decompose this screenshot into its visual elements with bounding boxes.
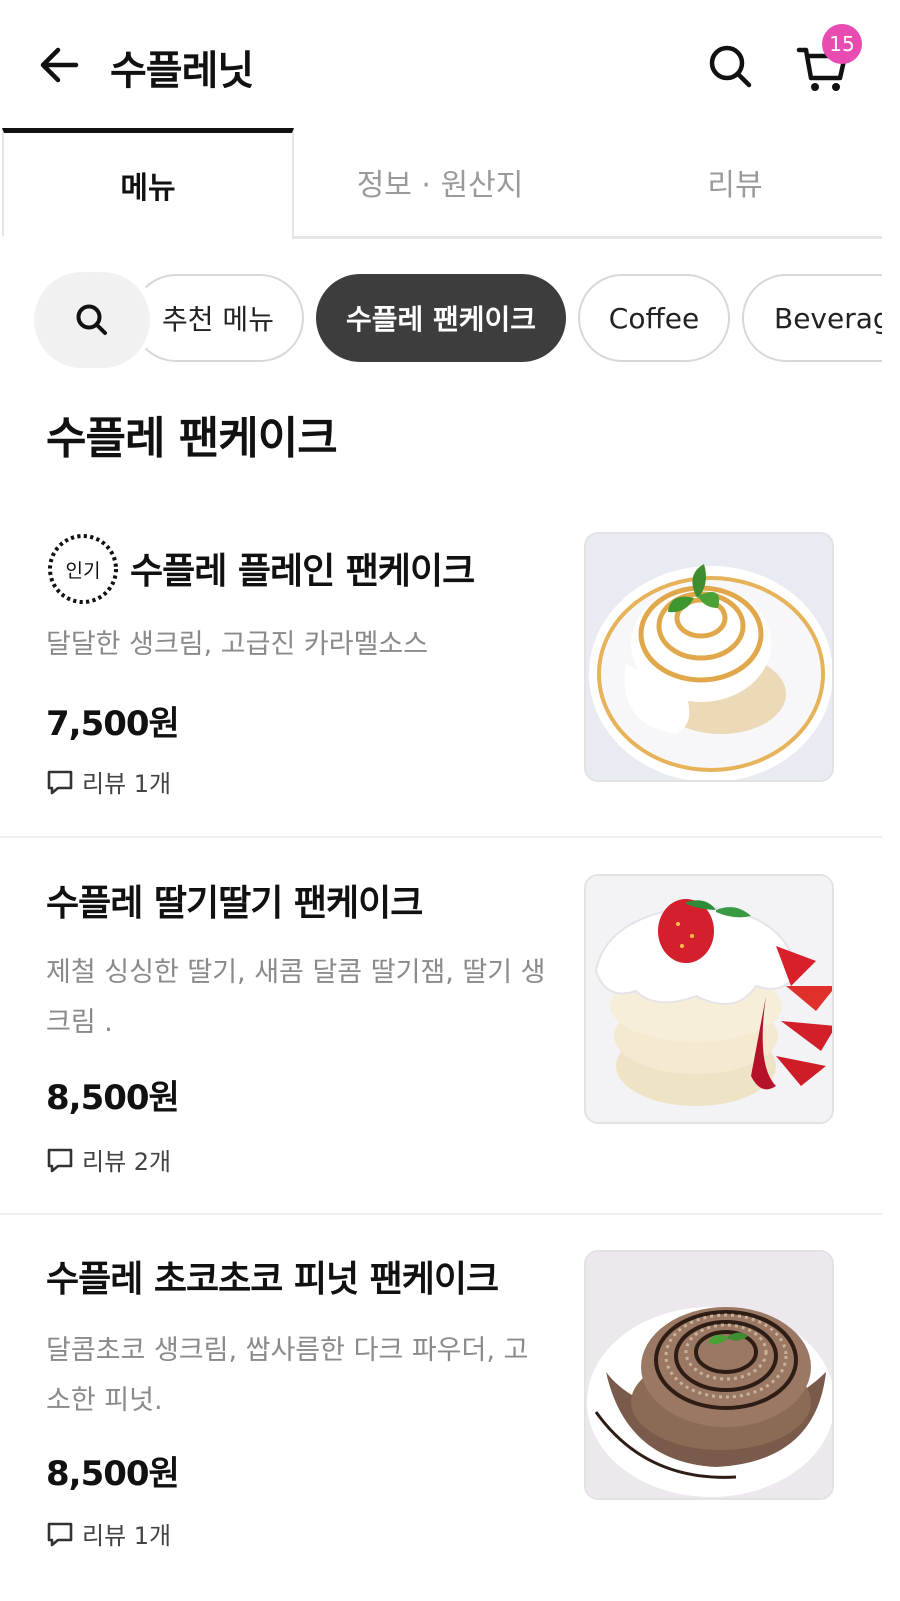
popular-badge-label: 인기: [65, 559, 101, 582]
menu-item[interactable]: 인기 수플레 플레인 팬케이크 달달한 생크림, 고급진 카라멜소스 7,500…: [0, 520, 882, 836]
search-button[interactable]: [706, 42, 754, 90]
item-description: 달달한 생크림, 고급진 카라멜소스: [46, 629, 429, 660]
search-icon: [709, 45, 752, 88]
item-name: 수플레 초코초코 피넛 팬케이크: [46, 1259, 499, 1300]
item-divider: [0, 836, 882, 838]
tab-info-origin[interactable]: 정보 · 원산지: [292, 128, 588, 236]
item-description: 제철 싱싱한 딸기, 새콤 달콤 딸기잼, 딸기 생크림 .: [46, 957, 546, 1038]
chip-beverage[interactable]: Beverage: [742, 274, 882, 362]
category-chips: 추천 메뉴 수플레 팬케이크 Coffee Beverage: [0, 272, 882, 368]
cart-count-badge: 15: [822, 24, 862, 64]
tab-bar: 메뉴 정보 · 원산지 리뷰: [0, 128, 882, 240]
item-image: [584, 1250, 834, 1500]
item-review-label: 리뷰 2개: [82, 1148, 172, 1176]
item-review-count: 리뷰 2개: [46, 1142, 171, 1177]
item-name: 수플레 플레인 팬케이크: [130, 551, 475, 592]
arrow-left-icon: [40, 47, 79, 83]
tabs-divider: [292, 236, 882, 239]
menu-item[interactable]: 수플레 딸기딸기 팬케이크 제철 싱싱한 딸기, 새콤 달콤 딸기잼, 딸기 생…: [0, 840, 882, 1212]
back-button[interactable]: [36, 40, 86, 90]
chip-coffee[interactable]: Coffee: [578, 274, 730, 362]
popular-badge: 인기: [46, 532, 120, 606]
item-divider: [0, 1213, 882, 1215]
item-image: [584, 874, 834, 1124]
item-review-label: 리뷰 1개: [82, 1522, 172, 1550]
chip-souffle-pancake[interactable]: 수플레 팬케이크: [316, 274, 566, 362]
item-name: 수플레 딸기딸기 팬케이크: [46, 883, 423, 924]
item-price: 8,500원: [46, 1078, 180, 1118]
item-price: 7,500원: [46, 704, 180, 744]
item-review-count: 리뷰 1개: [46, 1516, 171, 1551]
item-review-count: 리뷰 1개: [46, 764, 171, 799]
tab-reviews[interactable]: 리뷰: [588, 128, 882, 236]
menu-item[interactable]: 수플레 초코초코 피넛 팬케이크 달콤초코 생크림, 쌉사름한 다크 파우더, …: [0, 1216, 882, 1601]
comment-icon: [47, 1522, 73, 1546]
plain-pancake-image: [586, 534, 832, 780]
comment-icon: [47, 1148, 73, 1172]
section-title: 수플레 팬케이크: [46, 413, 338, 464]
app-header: 수플레닛 15: [0, 0, 900, 130]
comment-icon: [47, 770, 73, 794]
item-price: 8,500원: [46, 1454, 180, 1494]
search-icon: [76, 304, 107, 335]
chocolate-pancake-image: [586, 1252, 832, 1498]
chip-recommended[interactable]: 추천 메뉴: [132, 274, 304, 362]
item-review-label: 리뷰 1개: [82, 770, 172, 798]
item-description: 달콤초코 생크림, 쌉사름한 다크 파우더, 고소한 피넛.: [46, 1335, 529, 1416]
tab-menu[interactable]: 메뉴: [2, 128, 294, 236]
strawberry-pancake-image: [586, 876, 832, 1122]
chip-search-button[interactable]: [34, 272, 150, 368]
item-image: [584, 532, 834, 782]
store-title: 수플레닛: [110, 48, 254, 94]
